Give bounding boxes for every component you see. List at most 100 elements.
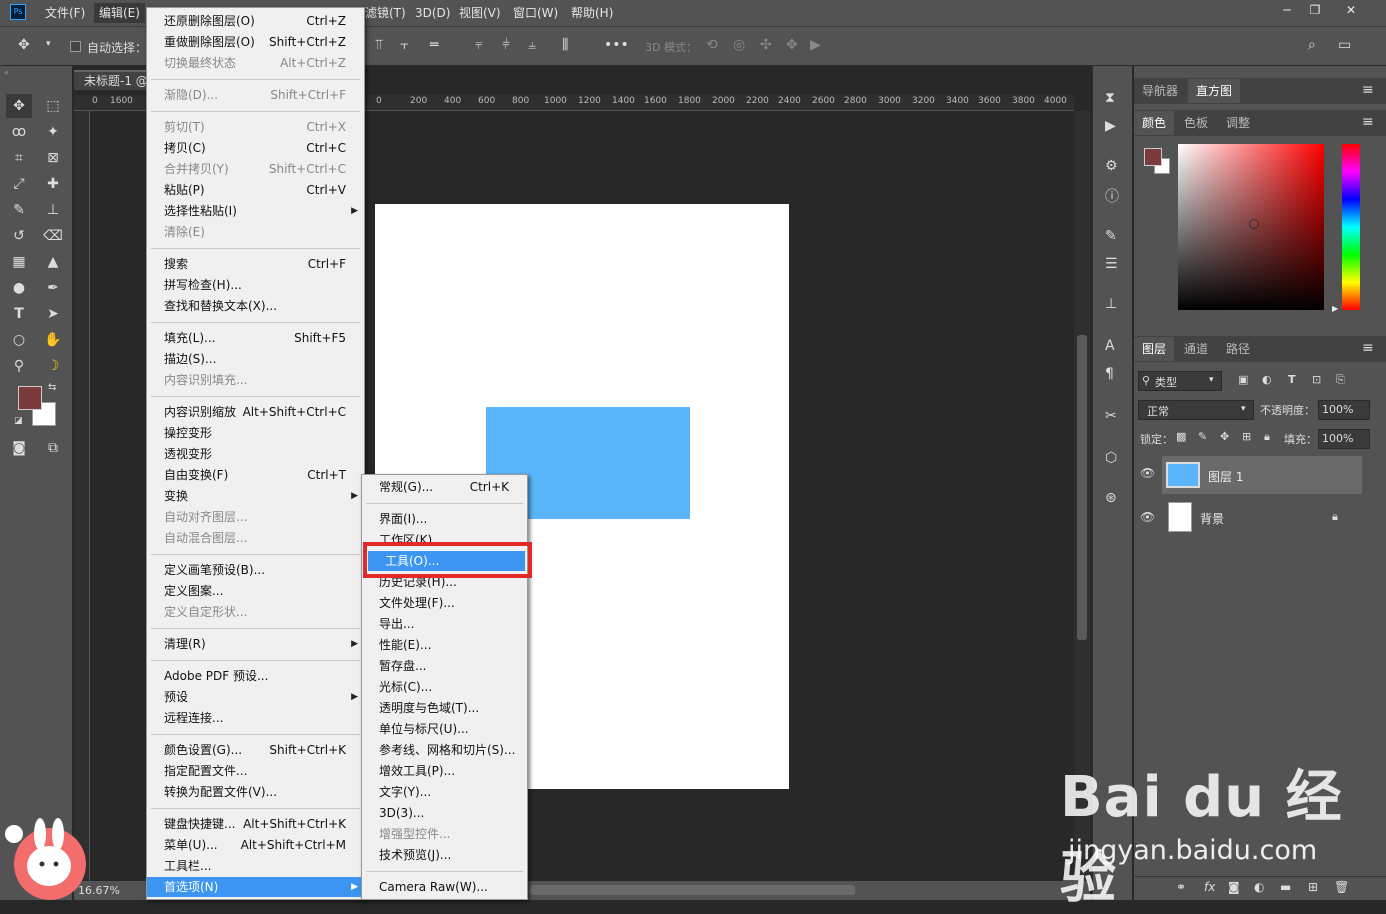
3d-pan-icon[interactable]: ✣	[760, 37, 772, 53]
frame-tool-icon[interactable]: ⊠	[40, 146, 66, 170]
align-bottom-icon[interactable]: ═	[430, 37, 438, 53]
prefs-menu-item[interactable]: Camera Raw(W)...	[362, 877, 527, 897]
edit-menu-item[interactable]: 拷贝(C) Ctrl+C	[147, 138, 364, 158]
prefs-menu-item[interactable]: 技术预览(J)...	[362, 845, 527, 865]
filter-shape-icon[interactable]: ⊡	[1312, 373, 1321, 386]
ellipse-tool-icon[interactable]: ○	[6, 328, 32, 352]
edit-menu-item[interactable]: 远程连接...	[147, 708, 364, 728]
foreground-color-swatch[interactable]	[18, 386, 42, 410]
menu-window[interactable]: 窗口(W)	[508, 3, 563, 23]
brush-settings-icon[interactable]: ✎	[1105, 228, 1117, 244]
3d-scale-icon[interactable]: ▶	[810, 37, 821, 53]
tools-panel-icon[interactable]: ✂	[1105, 408, 1117, 424]
magic-wand-tool-icon[interactable]: ✦	[40, 120, 66, 144]
prefs-menu-item[interactable]: 透明度与色域(T)...	[362, 698, 527, 718]
default-colors-icon[interactable]: ◪	[14, 416, 23, 426]
menu-3d[interactable]: 3D(D)	[410, 3, 455, 23]
eyedropper-tool-icon[interactable]: ⤢	[6, 172, 32, 196]
edit-menu-item[interactable]: 工具栏...	[147, 856, 364, 876]
horizontal-scroll-thumb[interactable]	[530, 885, 855, 895]
menu-help[interactable]: 帮助(H)	[566, 3, 618, 23]
edit-menu-item[interactable]: 选择性粘贴(I) ▶	[147, 201, 364, 221]
panel-menu-icon[interactable]: ≡	[1362, 114, 1374, 130]
menu-edit[interactable]: 编辑(E)	[94, 3, 145, 23]
history-panel-icon[interactable]: ⧗	[1105, 90, 1115, 106]
close-icon[interactable]: ✕	[1336, 1, 1366, 19]
edit-menu-item[interactable]: Adobe PDF 预设...	[147, 666, 364, 686]
eye-visibility-icon[interactable]: 👁︎	[1140, 510, 1155, 524]
fill-input[interactable]: 100%	[1318, 429, 1370, 449]
pen-tool-icon[interactable]: ✒	[40, 276, 66, 300]
clone-source-icon[interactable]: ⊥	[1105, 296, 1117, 312]
dodge-tool-icon[interactable]: ●	[6, 276, 32, 300]
learn-panel-icon[interactable]: ⊛	[1105, 490, 1117, 506]
brush-tool-icon[interactable]: ✎	[6, 198, 32, 222]
filter-smart-object-icon[interactable]: ⎘	[1336, 373, 1345, 387]
lock-all-icon[interactable]: 🔒︎	[1264, 430, 1270, 444]
eraser-tool-icon[interactable]: ⌫	[40, 224, 66, 248]
edit-menu-item[interactable]: 颜色设置(G)... Shift+Ctrl+K	[147, 740, 364, 760]
tab-adjustments[interactable]: 调整	[1218, 111, 1258, 135]
lock-transparency-icon[interactable]: ▩	[1176, 430, 1186, 443]
workspace-icon[interactable]: ▭	[1338, 37, 1351, 53]
history-brush-tool-icon[interactable]: ↺	[6, 224, 32, 248]
edit-menu-item[interactable]: 变换 ▶	[147, 486, 364, 506]
distribute-center-icon[interactable]: ⫩	[502, 37, 510, 53]
collapse-icon[interactable]: «	[4, 68, 9, 77]
screen-mode-icon[interactable]: ⧉	[40, 436, 66, 460]
move-tool-icon[interactable]: ✥	[6, 94, 32, 118]
color-picker-cursor[interactable]	[1249, 219, 1259, 229]
actions-play-icon[interactable]: ▶	[1105, 118, 1116, 134]
restore-icon[interactable]: ❐	[1300, 1, 1330, 19]
chevron-down-icon[interactable]: ▾	[46, 39, 51, 49]
prefs-menu-item[interactable]: 参考线、网格和切片(S)...	[362, 740, 527, 760]
3d-roll-icon[interactable]: ◎	[733, 37, 745, 53]
edit-menu-item[interactable]: 搜索 Ctrl+F	[147, 254, 364, 274]
prefs-menu-item[interactable]: 性能(E)...	[362, 635, 527, 655]
align-vcenter-icon[interactable]: ⫟	[400, 37, 408, 53]
prefs-menu-item[interactable]: 常规(G)... Ctrl+K	[362, 477, 527, 497]
filter-adjustment-icon[interactable]: ◐	[1262, 373, 1272, 386]
edit-menu-item[interactable]: 预设 ▶	[147, 687, 364, 707]
zoom-tool-icon[interactable]: ⚲	[6, 354, 32, 378]
hand-tool-icon[interactable]: ✋	[40, 328, 66, 352]
opacity-input[interactable]: 100%	[1318, 400, 1370, 420]
edit-menu-item[interactable]: 清理(R) ▶	[147, 634, 364, 654]
search-icon[interactable]: ⌕	[1308, 37, 1316, 53]
banana-icon[interactable]: ☽	[40, 354, 66, 378]
lock-artboard-icon[interactable]: ⊞	[1242, 430, 1251, 443]
edit-menu-item[interactable]: 自由变换(F) Ctrl+T	[147, 465, 364, 485]
layer-filter-dropdown[interactable]: ⚲ 类型 ▾	[1138, 371, 1222, 391]
edit-menu-item[interactable]: 定义图案...	[147, 581, 364, 601]
minimize-icon[interactable]: ─	[1272, 1, 1302, 19]
edit-menu-item[interactable]: 重做删除图层(O) Shift+Ctrl+Z	[147, 32, 364, 52]
tab-swatches[interactable]: 色板	[1176, 111, 1216, 135]
edit-menu-item[interactable]: 操控变形	[147, 423, 364, 443]
prefs-menu-item[interactable]: 暂存盘...	[362, 656, 527, 676]
prefs-menu-item[interactable]: 单位与标尺(U)...	[362, 719, 527, 739]
gradient-tool-icon[interactable]: ▦	[6, 250, 32, 274]
3d-orbit-icon[interactable]: ⟲	[706, 37, 718, 53]
vertical-scroll-thumb[interactable]	[1077, 335, 1087, 640]
filter-type-icon[interactable]: T	[1288, 373, 1296, 386]
prefs-menu-item[interactable]: 文件处理(F)...	[362, 593, 527, 613]
quick-mask-icon[interactable]: ◙	[6, 436, 32, 460]
align-top-icon[interactable]: ⫪	[375, 37, 383, 53]
edit-menu-item[interactable]: 透视变形	[147, 444, 364, 464]
move-tool-icon[interactable]: ✥	[18, 37, 30, 53]
tab-navigator[interactable]: 导航器	[1134, 79, 1186, 103]
lock-pixels-icon[interactable]: ✎	[1198, 430, 1207, 443]
menu-file[interactable]: 文件(F)	[40, 3, 90, 23]
edit-menu-item[interactable]: 还原删除图层(O) Ctrl+Z	[147, 11, 364, 31]
hue-slider-handle[interactable]: ▶	[1332, 304, 1338, 313]
path-selection-tool-icon[interactable]: ➤	[40, 302, 66, 326]
tab-paths[interactable]: 路径	[1218, 337, 1258, 361]
distribute-bottom-icon[interactable]: ⫨	[528, 37, 536, 53]
marquee-tool-icon[interactable]: ⬚	[40, 94, 66, 118]
edit-menu-item[interactable]: 描边(S)...	[147, 349, 364, 369]
filter-pixel-icon[interactable]: ▣	[1238, 373, 1248, 386]
eye-visibility-icon[interactable]: 👁︎	[1140, 466, 1155, 480]
type-tool-icon[interactable]: T	[6, 302, 32, 326]
edit-menu-item[interactable]: 定义画笔预设(B)...	[147, 560, 364, 580]
edit-menu-item[interactable]: 首选项(N) ▶	[147, 877, 364, 897]
